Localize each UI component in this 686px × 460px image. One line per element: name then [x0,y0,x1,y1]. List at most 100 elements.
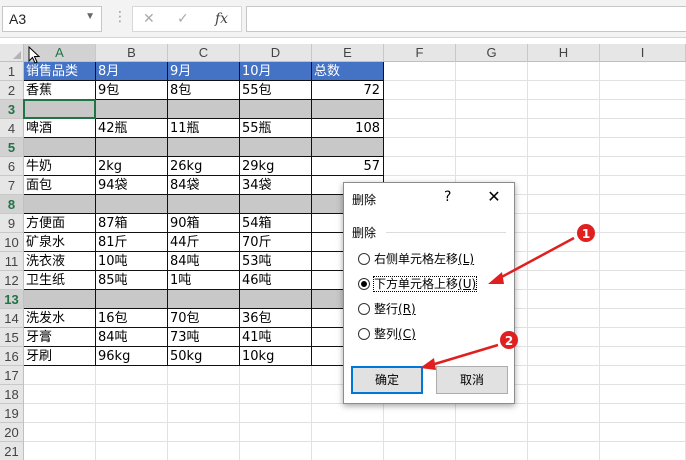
row-header-16[interactable]: 16 [0,347,24,366]
cell[interactable]: 10吨 [96,252,168,271]
cell[interactable] [24,138,96,157]
cell[interactable] [600,157,686,176]
cell[interactable] [600,366,686,385]
cell[interactable] [456,442,528,460]
cell[interactable]: 108 [312,119,384,138]
cell[interactable]: 96kg [96,347,168,366]
row-header-11[interactable]: 11 [0,252,24,271]
cell[interactable]: 卫生纸 [24,271,96,290]
option-entire-column[interactable]: 整列(C) [358,324,416,344]
cell[interactable] [600,233,686,252]
cell[interactable] [456,81,528,100]
cell[interactable] [168,366,240,385]
cell[interactable]: 10kg [240,347,312,366]
cell[interactable] [24,290,96,309]
cell[interactable] [528,423,600,442]
cell[interactable] [528,385,600,404]
cell[interactable]: 73吨 [168,328,240,347]
cell[interactable] [528,214,600,233]
cell[interactable] [600,385,686,404]
row-header-4[interactable]: 4 [0,119,24,138]
row-header-18[interactable]: 18 [0,385,24,404]
cell[interactable] [168,385,240,404]
formula-input[interactable] [246,6,686,32]
cell[interactable] [240,290,312,309]
cell[interactable] [312,442,384,460]
row-header-6[interactable]: 6 [0,157,24,176]
row-header-10[interactable]: 10 [0,233,24,252]
row-header-19[interactable]: 19 [0,404,24,423]
cell[interactable]: 46吨 [240,271,312,290]
cell[interactable]: 香蕉 [24,81,96,100]
row-header-20[interactable]: 20 [0,423,24,442]
cell[interactable] [456,423,528,442]
cell[interactable] [456,404,528,423]
column-header-f[interactable]: F [384,44,456,62]
row-header-15[interactable]: 15 [0,328,24,347]
header-cell[interactable]: 总数 [312,62,384,81]
cell[interactable]: 94袋 [96,176,168,195]
cell[interactable] [384,423,456,442]
cell[interactable] [240,442,312,460]
cell[interactable] [96,404,168,423]
cell[interactable]: 70斤 [240,233,312,252]
row-header-14[interactable]: 14 [0,309,24,328]
column-header-i[interactable]: I [600,44,686,62]
row-header-21[interactable]: 21 [0,442,24,460]
cell[interactable]: 牙刷 [24,347,96,366]
cell[interactable]: 16包 [96,309,168,328]
cell[interactable]: 53吨 [240,252,312,271]
cell[interactable] [384,119,456,138]
cell[interactable] [240,195,312,214]
cell[interactable] [600,138,686,157]
cell[interactable] [528,100,600,119]
ok-button[interactable]: 确定 [351,366,423,394]
enter-icon[interactable]: ✓ [177,11,189,27]
cell[interactable] [528,347,600,366]
cancel-button[interactable]: 取消 [436,366,508,394]
cell[interactable] [528,138,600,157]
cell[interactable]: 8包 [168,81,240,100]
cell[interactable] [96,138,168,157]
cell[interactable] [384,100,456,119]
cell[interactable]: 85吨 [96,271,168,290]
cell[interactable]: 84袋 [168,176,240,195]
cell[interactable] [24,404,96,423]
cell[interactable] [528,81,600,100]
row-header-7[interactable]: 7 [0,176,24,195]
cell[interactable] [600,423,686,442]
cell[interactable] [96,195,168,214]
cell[interactable] [600,119,686,138]
row-header-1[interactable]: 1 [0,62,24,81]
cell[interactable] [456,100,528,119]
cell[interactable] [528,328,600,347]
cancel-icon[interactable]: ✕ [143,11,155,27]
column-header-d[interactable]: D [240,44,312,62]
cell[interactable] [24,385,96,404]
cell[interactable]: 洗衣液 [24,252,96,271]
cell[interactable] [528,309,600,328]
cell[interactable] [168,423,240,442]
cell[interactable]: 29kg [240,157,312,176]
cell[interactable] [168,100,240,119]
cell[interactable] [528,271,600,290]
cell[interactable] [384,157,456,176]
cell[interactable] [528,366,600,385]
cell[interactable] [456,119,528,138]
radio-entire-row[interactable] [358,303,370,315]
help-icon[interactable]: ? [444,189,451,205]
header-cell[interactable]: 10月 [240,62,312,81]
cell[interactable] [96,385,168,404]
cell[interactable] [528,119,600,138]
insert-function-icon[interactable]: fx [215,11,228,27]
cell[interactable]: 57 [312,157,384,176]
cell[interactable] [96,366,168,385]
cell[interactable] [24,423,96,442]
cell[interactable] [168,404,240,423]
cell[interactable] [456,157,528,176]
cell[interactable] [312,100,384,119]
cell[interactable] [384,62,456,81]
cell[interactable] [600,271,686,290]
cell[interactable]: 11瓶 [168,119,240,138]
column-header-c[interactable]: C [168,44,240,62]
